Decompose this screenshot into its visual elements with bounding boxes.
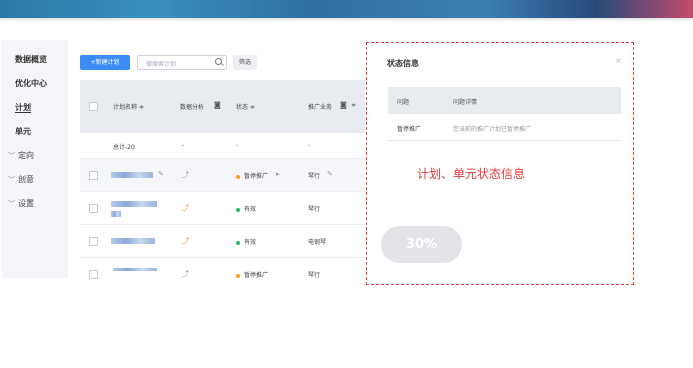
total-analysis: - — [182, 142, 185, 149]
column-business[interactable]: 推广业务 — [308, 102, 332, 111]
business-cell: 琴行 — [308, 206, 321, 213]
edit-icon[interactable]: ✎ — [158, 170, 164, 178]
column-issue: 问题 — [397, 99, 410, 106]
total-business: - — [308, 142, 311, 149]
state-table-header: 问题 问题详情 — [388, 87, 621, 114]
business-cell: 琴行 — [308, 173, 321, 180]
total-label: 总计-20 — [113, 144, 135, 151]
analysis-chart-icon[interactable]: ⤴ — [182, 236, 189, 246]
sidebar-item-label: 设置 — [18, 199, 34, 208]
plan-name-redacted[interactable] — [111, 172, 153, 178]
sidebar-item-label: 定向 — [18, 151, 34, 160]
analysis-chart-icon[interactable]: ⤴ — [182, 203, 189, 213]
column-analysis: 数据分析 — [180, 104, 205, 111]
sidebar-item-targeting[interactable]: ﹀ 定向 — [8, 150, 34, 161]
filter-button[interactable]: 筛选 — [233, 55, 257, 70]
search-icon[interactable] — [215, 58, 222, 65]
sidebar-item-optimization[interactable]: 优化中心 — [15, 78, 47, 89]
analysis-chart-icon[interactable]: ⤴ — [182, 269, 189, 279]
sort-icon[interactable]: ≑ — [351, 102, 356, 109]
table-row[interactable]: ✎ ⤴ 暂停推广 ▸ 琴行 ✎ — [80, 159, 365, 192]
info-icon[interactable]: ◙ — [214, 101, 221, 109]
search-input[interactable]: 搜搜索计划 — [137, 55, 227, 70]
sidebar: 数据概览 优化中心 计划 单元 ﹀ 定向 ﹀ 创意 ﹀ 设置 — [2, 40, 68, 278]
status-badge: 暂停推广 — [236, 171, 268, 180]
sidebar-item-overview[interactable]: 数据概览 — [15, 54, 47, 65]
sidebar-item-plan[interactable]: 计划 — [15, 102, 31, 113]
status-badge: 有效 — [236, 237, 256, 246]
row-checkbox[interactable] — [89, 270, 98, 279]
panel-title: 状态信息 — [387, 59, 419, 68]
table-row[interactable]: ⤴ 有效 琴行 — [80, 192, 365, 225]
search-placeholder: 搜搜索计划 — [146, 61, 177, 68]
row-checkbox[interactable] — [89, 204, 98, 213]
progress-indicator: 30% — [381, 226, 462, 263]
select-all-checkbox[interactable] — [89, 102, 98, 111]
issue-detail-cell: 您当前的推广计划已暂停推广 — [453, 126, 532, 133]
sidebar-item-unit[interactable]: 单元 — [15, 126, 31, 137]
status-badge: 暂停推广 — [236, 270, 268, 279]
column-issue-detail: 问题详情 — [453, 99, 478, 106]
sidebar-item-label: 创意 — [18, 175, 34, 184]
info-icon[interactable]: ◙ — [340, 101, 347, 109]
table-row[interactable]: ⤴ 暂停推广 琴行 — [80, 258, 365, 280]
total-row: 总计-20 - - - — [80, 133, 365, 159]
table-row[interactable]: ⤴ 有效 电钢琴 — [80, 225, 365, 258]
business-cell: 电钢琴 — [308, 239, 327, 246]
total-status: - — [236, 142, 239, 149]
sidebar-item-settings[interactable]: ﹀ 设置 — [8, 198, 34, 209]
chevron-down-icon: ﹀ — [8, 200, 15, 208]
annotation-label: 计划、单元状态信息 — [417, 167, 526, 181]
business-cell: 琴行 — [308, 272, 321, 279]
column-status[interactable]: 状态 ≑ — [236, 102, 255, 111]
play-icon[interactable]: ▸ — [276, 170, 280, 178]
column-plan-name[interactable]: 计划名称 ≑ — [113, 102, 144, 111]
new-plan-button[interactable]: +新建计划 — [80, 55, 130, 70]
issue-cell: 暂停推广 — [397, 126, 422, 133]
analysis-chart-icon[interactable]: ⤴ — [182, 170, 189, 180]
state-table-row: 暂停推广 您当前的推广计划已暂停推广 — [388, 115, 621, 141]
row-checkbox[interactable] — [89, 237, 98, 246]
plan-name-redacted[interactable] — [111, 238, 155, 244]
close-icon[interactable]: × — [615, 56, 622, 65]
row-checkbox[interactable] — [89, 171, 98, 180]
status-badge: 有效 — [236, 204, 256, 213]
chevron-down-icon: ﹀ — [8, 152, 15, 160]
table-header: 计划名称 ≑ 数据分析 ◙ 状态 ≑ 推广业务 ◙ ≑ — [80, 80, 365, 133]
top-banner — [0, 0, 693, 18]
plan-name-redacted[interactable] — [111, 201, 157, 207]
plan-table: 计划名称 ≑ 数据分析 ◙ 状态 ≑ 推广业务 ◙ ≑ 总计-20 - - - … — [80, 80, 365, 280]
plan-name-redacted — [111, 211, 121, 217]
plan-name-redacted[interactable] — [113, 268, 157, 271]
edit-icon[interactable]: ✎ — [327, 170, 333, 178]
chevron-down-icon: ﹀ — [8, 176, 15, 184]
sidebar-item-creative[interactable]: ﹀ 创意 — [8, 174, 34, 185]
